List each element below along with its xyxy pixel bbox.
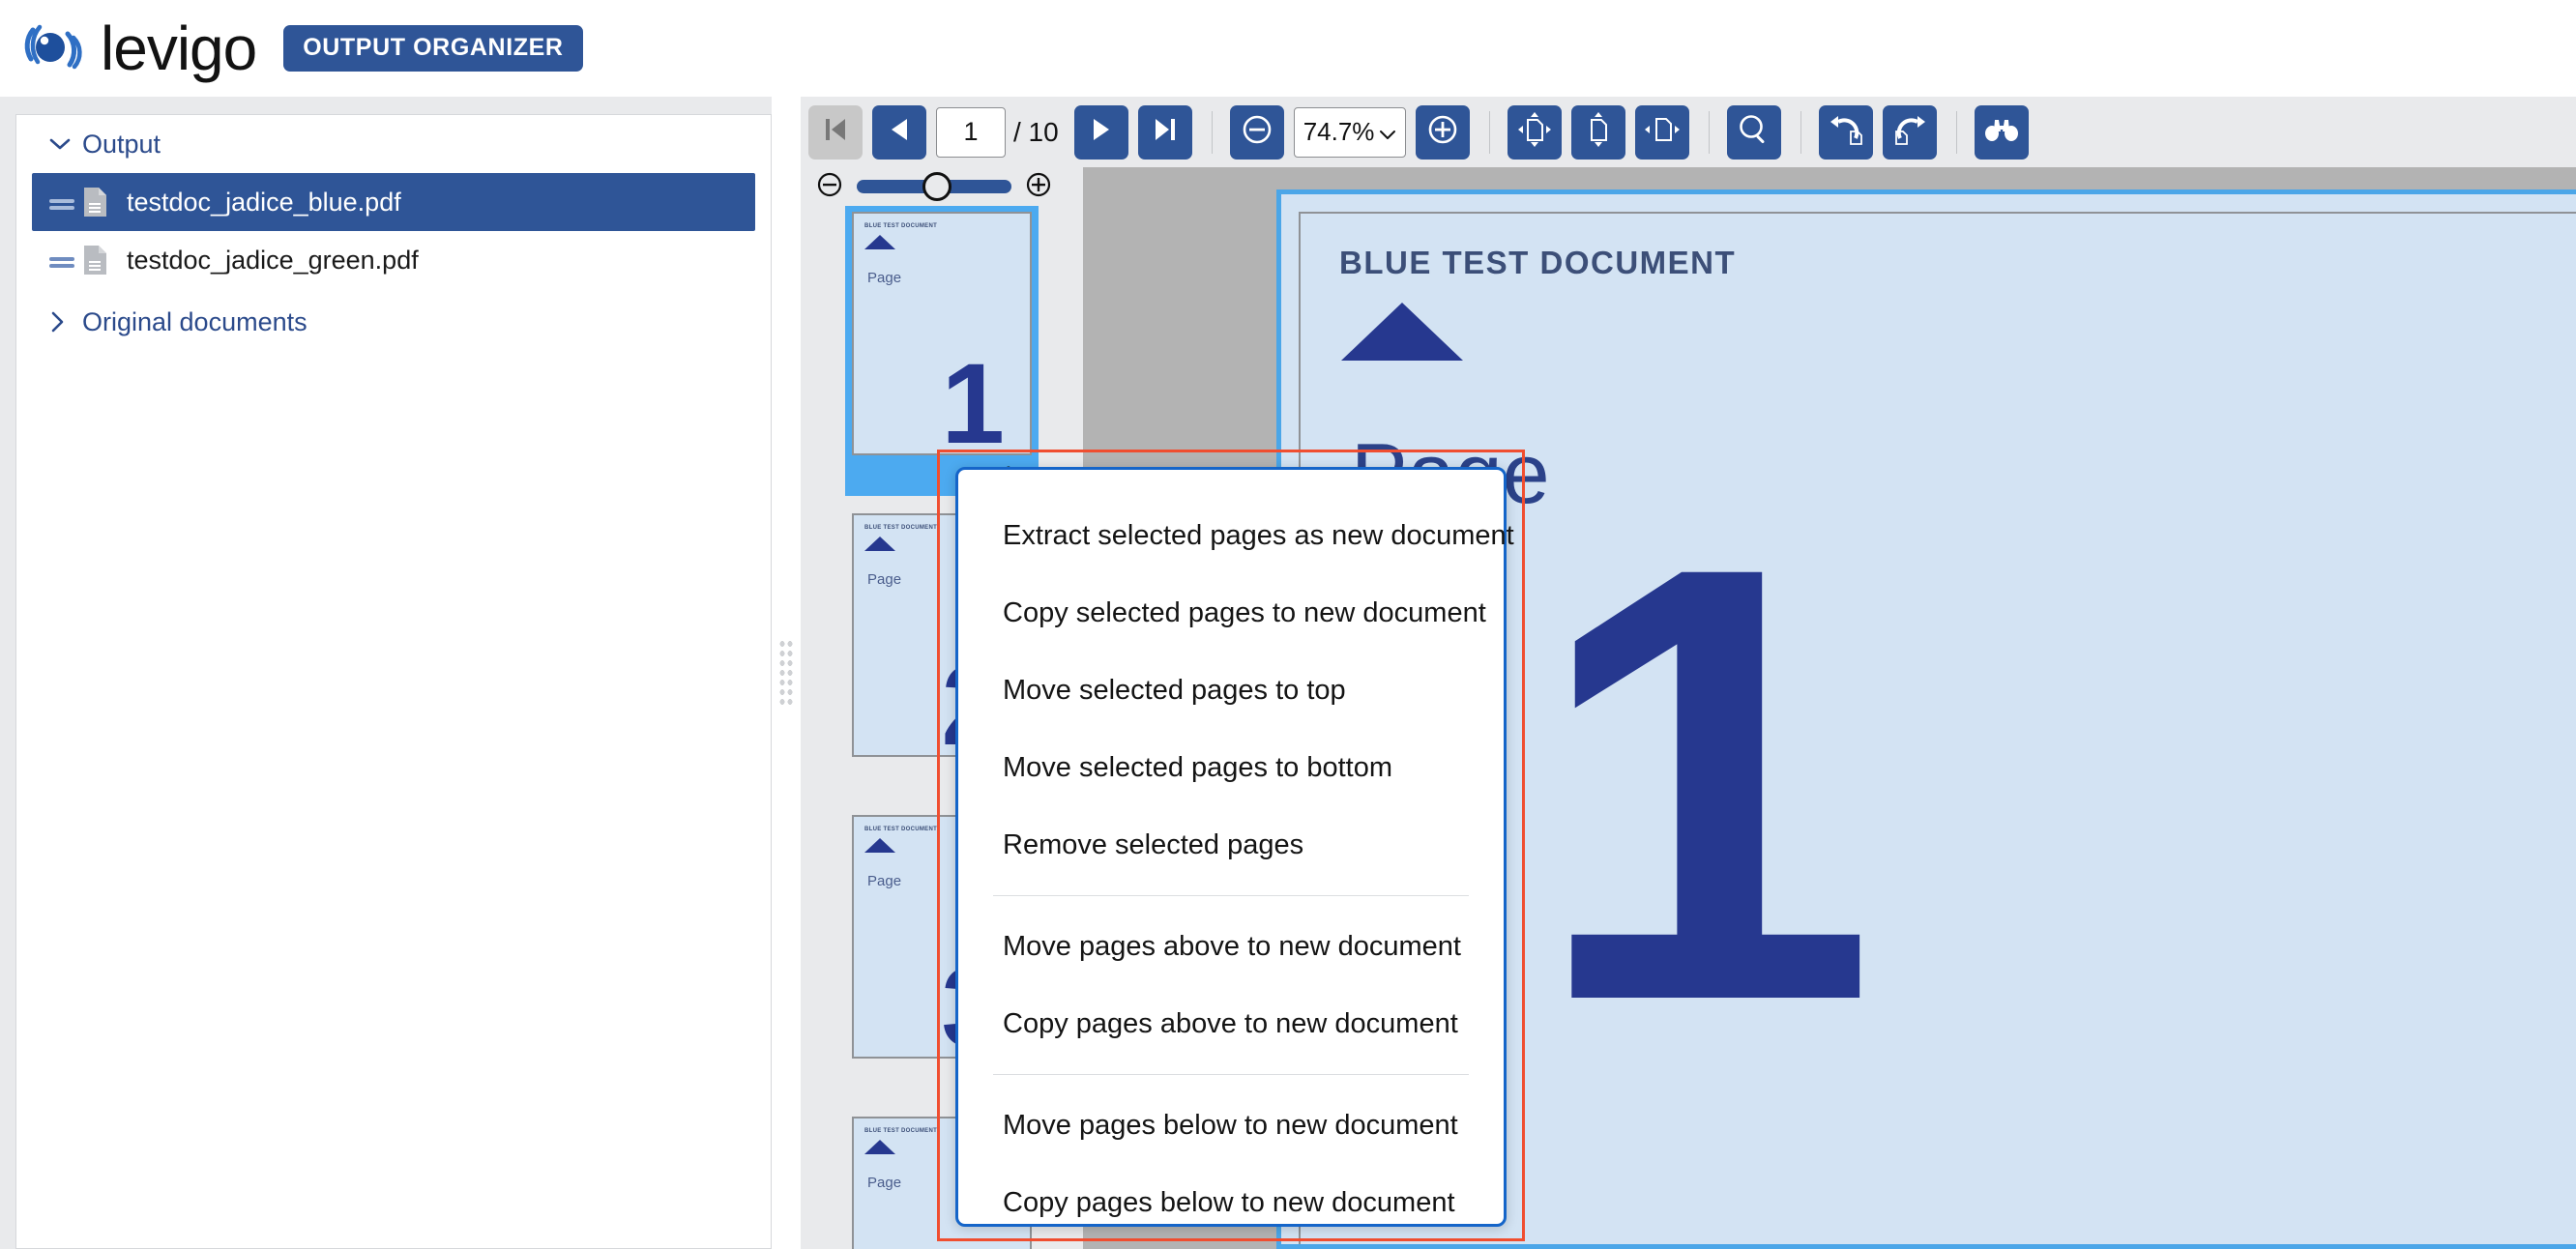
page-context-menu[interactable]: Extract selected pages as new document C… (955, 467, 1514, 1227)
next-page-button[interactable] (1073, 104, 1128, 160)
document-icon (82, 187, 123, 218)
search-button[interactable] (1727, 104, 1782, 160)
compare-documents-button[interactable] (1975, 104, 2030, 160)
minus-circle-icon[interactable] (816, 171, 843, 203)
drag-handle-icon[interactable] (49, 188, 82, 218)
magnifier-icon (1738, 113, 1771, 151)
chevron-down-icon[interactable] (49, 137, 82, 151)
binoculars-icon (1984, 117, 2019, 147)
rotate-left-button[interactable] (1819, 104, 1874, 160)
thumbnail-preview: BLUE TEST DOCUMENT Page 1 (852, 212, 1032, 455)
first-page-icon (823, 116, 848, 148)
fit-height-button[interactable] (1635, 104, 1690, 160)
last-page-icon (1153, 116, 1178, 148)
app-header: levigo OUTPUT ORGANIZER (0, 0, 2576, 97)
thumbnail-page-number-art: 1 (941, 340, 1005, 455)
thumbnail-title: BLUE TEST DOCUMENT (864, 525, 938, 531)
toolbar-separator (1800, 110, 1802, 154)
sidebar-group-label: Original documents (82, 306, 307, 336)
first-page-button[interactable] (808, 104, 863, 160)
sidebar-group-label: Output (82, 129, 161, 159)
previous-page-button[interactable] (872, 104, 926, 160)
document-title: BLUE TEST DOCUMENT (1339, 245, 1737, 280)
fit-page-button[interactable] (1508, 104, 1563, 160)
triangle-up-icon (864, 838, 895, 853)
drag-handle-icon[interactable] (49, 246, 82, 276)
page-total-label: / 10 (1013, 116, 1059, 147)
triangle-up-icon (864, 537, 895, 551)
fit-width-button[interactable] (1571, 104, 1626, 160)
previous-page-icon (888, 116, 911, 148)
toolbar-separator (1489, 110, 1491, 154)
app-root: levigo OUTPUT ORGANIZER Output testdoc_j… (0, 0, 2576, 1249)
menu-item-copy-pages-above[interactable]: Copy pages above to new document (958, 985, 1504, 1062)
menu-item-move-pages-above[interactable]: Move pages above to new document (958, 908, 1504, 985)
menu-item-copy-pages-below[interactable]: Copy pages below to new document (958, 1164, 1504, 1241)
thumbnail-title: BLUE TEST DOCUMENT (864, 827, 938, 832)
menu-item-copy-selected-pages[interactable]: Copy selected pages to new document (958, 574, 1504, 652)
zoom-level-value: 74.7% (1303, 117, 1375, 146)
fit-height-icon (1645, 116, 1681, 148)
toolbar-separator (1956, 110, 1958, 154)
thumbnail-size-slider-knob[interactable] (922, 172, 951, 201)
sidebar-document-green[interactable]: testdoc_jadice_green.pdf (32, 231, 755, 289)
menu-item-move-selected-bottom[interactable]: Move selected pages to bottom (958, 729, 1504, 806)
zoom-out-button[interactable] (1229, 104, 1284, 160)
viewer-toolbar: / 10 (801, 97, 2576, 167)
page-number-input[interactable] (936, 106, 1006, 158)
document-page-number-art: 1 (1533, 438, 1877, 1129)
chevron-down-icon (1379, 117, 1396, 147)
fit-width-icon (1586, 112, 1611, 152)
sidebar-group-original-documents[interactable]: Original documents (16, 293, 771, 351)
plus-circle-icon[interactable] (1025, 171, 1052, 203)
triangle-up-icon (864, 235, 895, 249)
thumbnail-title: BLUE TEST DOCUMENT (864, 223, 938, 229)
zoom-in-icon (1426, 113, 1459, 151)
thumbnail-word: Page (867, 571, 902, 588)
last-page-button[interactable] (1137, 104, 1192, 160)
thumbnail-word: Page (867, 270, 902, 286)
splitter-grip-icon[interactable] (778, 639, 794, 707)
next-page-icon (1090, 116, 1113, 148)
menu-item-remove-selected-pages[interactable]: Remove selected pages (958, 806, 1504, 884)
toolbar-separator (1211, 110, 1213, 154)
triangle-up-icon (1341, 303, 1463, 361)
thumbnail-size-bar (801, 167, 1083, 206)
thumbnail-page-1[interactable]: BLUE TEST DOCUMENT Page 1 1 (845, 206, 1039, 496)
triangle-up-icon (864, 1140, 895, 1154)
product-badge: OUTPUT ORGANIZER (283, 25, 583, 72)
brand-name: levigo (101, 14, 257, 83)
sidebar-group-output[interactable]: Output (16, 115, 771, 173)
thumbnail-word: Page (867, 1175, 902, 1191)
sidebar-document-blue[interactable]: testdoc_jadice_blue.pdf (32, 173, 755, 231)
thumbnail-size-slider[interactable] (857, 172, 1011, 201)
menu-item-move-selected-top[interactable]: Move selected pages to top (958, 652, 1504, 729)
document-tree-sidebar: Output testdoc_jadice_blue.pdf testdoc_j… (15, 114, 772, 1249)
menu-separator (993, 1074, 1469, 1075)
menu-item-extract-selected-pages[interactable]: Extract selected pages as new document (958, 497, 1514, 574)
document-icon (82, 245, 123, 276)
thumbnail-title: BLUE TEST DOCUMENT (864, 1128, 938, 1134)
levigo-swirl-logo-icon (21, 16, 85, 80)
sidebar-document-label: testdoc_jadice_blue.pdf (127, 187, 401, 217)
zoom-in-button[interactable] (1416, 104, 1471, 160)
menu-separator (993, 895, 1469, 896)
menu-item-move-pages-below[interactable]: Move pages below to new document (958, 1087, 1504, 1164)
zoom-level-select[interactable]: 74.7% (1293, 106, 1407, 158)
thumbnail-word: Page (867, 873, 902, 889)
rotate-right-icon (1893, 114, 1926, 150)
chevron-right-icon[interactable] (49, 311, 82, 333)
app-body: Output testdoc_jadice_blue.pdf testdoc_j… (0, 97, 2576, 1249)
zoom-out-icon (1241, 113, 1273, 151)
rotate-left-icon (1830, 114, 1863, 150)
panel-splitter[interactable] (772, 97, 801, 1249)
toolbar-separator (1709, 110, 1711, 154)
fit-page-icon (1518, 112, 1552, 152)
sidebar-document-label: testdoc_jadice_green.pdf (127, 245, 419, 275)
rotate-right-button[interactable] (1883, 104, 1938, 160)
